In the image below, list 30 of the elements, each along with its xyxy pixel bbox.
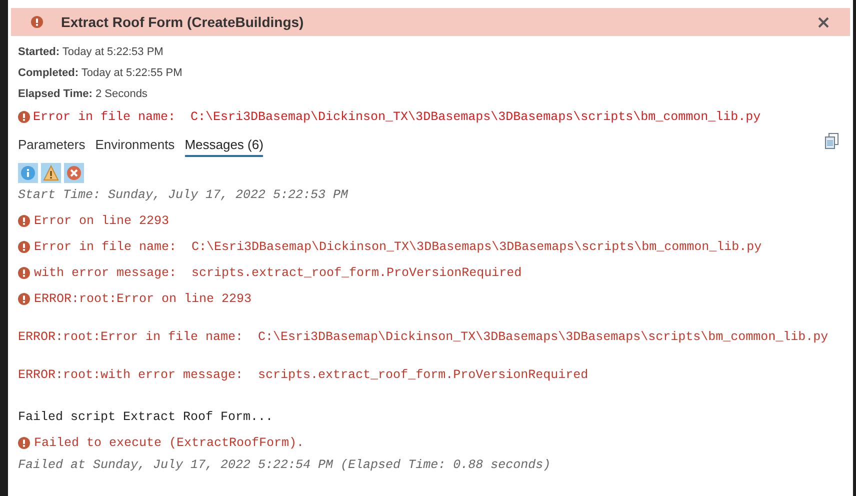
error-icon [18,241,30,253]
error-message: Error on line 2293 [34,212,170,230]
error-summary: Error in file name: C:\Esri3DBasemap\Dickinson_TX\3DBasemaps\3DBasemaps\scripts\bm_common_lib.py [33,108,761,126]
info-filter-button[interactable] [18,163,38,183]
error-filter-button[interactable] [64,163,84,183]
detail-text: Started: Today at 5:22:53 PM [18,45,164,60]
error-message: ERROR:root:with error message: scripts.extract_roof_form.ProVersionRequired [18,366,588,384]
log-message: Start Time: Sunday, July 17, 2022 5:22:53 PM [18,186,348,204]
error-message: with error message: scripts.extract_roof_form.ProVersionRequired [34,264,522,282]
error-icon [18,437,30,449]
error-icon [18,111,30,123]
tab[interactable]: Messages (6) [184,134,264,157]
error-icon [18,215,30,227]
copy-icon[interactable] [825,133,839,149]
detail-text: Elapsed Time: 2 Seconds [18,87,148,102]
window-title: Extract Roof Form (CreateBuildings) [61,12,304,32]
tab[interactable]: Parameters [18,134,86,157]
warning-filter-button[interactable] [41,163,61,183]
error-icon [18,293,30,305]
error-message: ERROR:root:Error on line 2293 [34,290,252,308]
error-icon [18,267,30,279]
error-message: Failed to execute (ExtractRoofForm). [34,434,304,452]
tab[interactable]: Environments [95,134,175,157]
log-message: Failed at Sunday, July 17, 2022 5:22:54 PM (Elapsed Time: 0.88 seconds) [18,456,551,474]
error-message: Error in file name: C:\Esri3DBasemap\Dickinson_TX\3DBasemaps\3DBasemaps\scripts\bm_common_lib.py [34,238,762,256]
log-message: Failed script Extract Roof Form... [18,408,274,426]
error-message: ERROR:root:Error in file name: C:\Esri3DBasemap\Dickinson_TX\3DBasemaps\3DBasemaps\scripts\bm_common_lib.py [18,328,828,346]
detail-text: Completed: Today at 5:22:55 PM [18,66,182,82]
error-icon [31,16,43,28]
close-button[interactable] [816,15,830,29]
